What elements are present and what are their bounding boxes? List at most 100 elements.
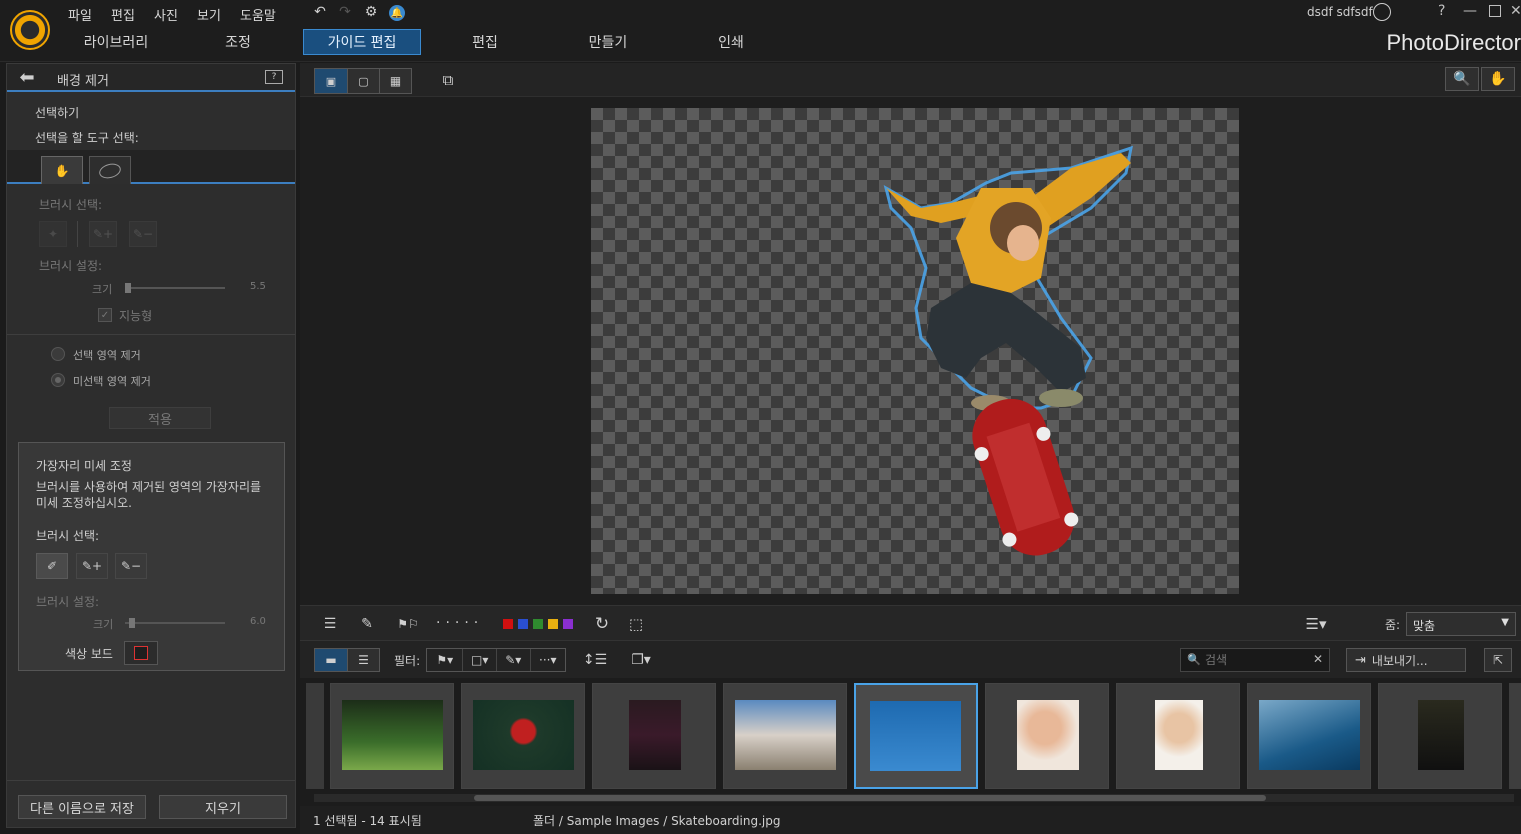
panel-help-icon[interactable]: ? bbox=[265, 70, 283, 84]
zoom-select[interactable]: 맞춤 ▼ bbox=[1406, 612, 1516, 636]
remove-selected-radio[interactable] bbox=[51, 347, 65, 361]
thumbnail-selected[interactable] bbox=[854, 683, 978, 789]
export-label: 내보내기... bbox=[1371, 653, 1428, 668]
pan-tool-button[interactable]: ✋ bbox=[1481, 67, 1515, 91]
export-button[interactable]: ⇥ 내보내기... bbox=[1346, 648, 1466, 672]
add-brush-button-2[interactable]: ✎+ bbox=[76, 553, 108, 579]
flag-icon[interactable]: ⚑⚐ bbox=[396, 614, 420, 634]
settings-icon[interactable]: ⚙ bbox=[362, 3, 380, 21]
label-filter-icon[interactable]: □▾ bbox=[462, 649, 496, 671]
color-label-red[interactable] bbox=[503, 619, 513, 629]
thumbnail[interactable] bbox=[1378, 683, 1502, 789]
list-view-button[interactable]: ☰ bbox=[347, 649, 379, 671]
clear-button[interactable]: 지우기 bbox=[159, 795, 287, 819]
view-toolbar: ▣ ▢ ▦ ⧉ 🔍 ✋ bbox=[300, 63, 1521, 97]
edit-filter-icon[interactable]: ✎▾ bbox=[495, 649, 530, 671]
color-label-green[interactable] bbox=[533, 619, 543, 629]
tab-create[interactable]: 만들기 bbox=[558, 29, 658, 55]
apply-button[interactable]: 적용 bbox=[109, 407, 211, 429]
size-slider-2[interactable] bbox=[125, 618, 225, 628]
tab-print[interactable]: 인쇄 bbox=[681, 29, 781, 55]
zoom-tool-button[interactable]: 🔍 bbox=[1445, 67, 1479, 91]
dark-window-image bbox=[1418, 700, 1464, 770]
menu-file[interactable]: 파일 bbox=[68, 5, 92, 24]
single-view-button[interactable]: ▣ bbox=[315, 69, 347, 93]
thumbnail[interactable] bbox=[592, 683, 716, 789]
smart-checkbox[interactable]: ✓ bbox=[98, 308, 112, 322]
flag-filter-icon[interactable]: ⚑▾ bbox=[427, 649, 462, 671]
brush-tool-tab[interactable]: ✋ bbox=[41, 156, 83, 184]
save-as-button[interactable]: 다른 이름으로 저장 bbox=[18, 795, 146, 819]
compare-view-button[interactable]: ▢ bbox=[347, 69, 379, 93]
help-icon[interactable]: ? bbox=[1438, 3, 1445, 19]
menu-view[interactable]: 보기 bbox=[197, 5, 221, 24]
filmstrip-view-button[interactable]: ▬ bbox=[315, 649, 347, 671]
rating-filter-icon[interactable]: ···▾ bbox=[529, 649, 565, 671]
thumbnail[interactable] bbox=[330, 683, 454, 789]
brush-select-label: 브러시 선택: bbox=[39, 198, 103, 212]
add-brush-button[interactable]: ✎+ bbox=[89, 221, 117, 247]
popout-button[interactable]: ⇱ bbox=[1484, 648, 1512, 672]
maximize-icon[interactable] bbox=[1489, 5, 1501, 17]
photo-canvas[interactable] bbox=[591, 108, 1239, 594]
clear-search-icon[interactable]: ✕ bbox=[1313, 652, 1323, 666]
subtract-brush-button-2[interactable]: ✎− bbox=[115, 553, 147, 579]
remove-unselected-radio[interactable] bbox=[51, 373, 65, 387]
maple-leaf-image bbox=[473, 700, 574, 770]
crop-icon[interactable]: ⬚ bbox=[624, 613, 648, 635]
brush-subtract-icon: ✎− bbox=[120, 559, 142, 573]
grid-view-button[interactable]: ▦ bbox=[379, 69, 411, 93]
rating-dots[interactable]: ····· bbox=[436, 615, 483, 631]
rotate-list-icon[interactable]: ☰ bbox=[318, 614, 342, 634]
size-slider[interactable] bbox=[125, 283, 225, 293]
scrollbar-thumb[interactable] bbox=[474, 795, 1266, 801]
edit-pen-icon[interactable]: ✎ bbox=[355, 614, 379, 634]
thumbnail[interactable] bbox=[461, 683, 585, 789]
forest-image bbox=[342, 700, 443, 770]
menu-edit[interactable]: 편집 bbox=[111, 5, 135, 24]
subtract-brush-button[interactable]: ✎− bbox=[129, 221, 157, 247]
remove-unselected-label: 미선택 영역 제거 bbox=[73, 375, 151, 388]
back-arrow-icon[interactable]: ⬅ bbox=[15, 67, 39, 88]
filmstrip-scrollbar[interactable] bbox=[314, 794, 1514, 802]
user-account-icon[interactable] bbox=[1373, 3, 1391, 21]
size-slider-thumb[interactable] bbox=[125, 283, 131, 293]
stack-icon[interactable]: ❐▾ bbox=[628, 650, 654, 670]
color-label-blue[interactable] bbox=[518, 619, 528, 629]
tab-edit[interactable]: 편집 bbox=[435, 29, 535, 55]
color-label-purple[interactable] bbox=[563, 619, 573, 629]
file-path: 폴더 / Sample Images / Skateboarding.jpg bbox=[533, 814, 781, 828]
thumbnail[interactable] bbox=[985, 683, 1109, 789]
menu-photo[interactable]: 사진 bbox=[154, 5, 178, 24]
rotate-icon[interactable]: ↻ bbox=[590, 613, 614, 635]
tab-adjust[interactable]: 조정 bbox=[188, 29, 288, 55]
minimize-icon[interactable]: — bbox=[1463, 3, 1477, 19]
single-photo-icon: ▣ bbox=[325, 74, 337, 88]
brush-settings-label: 브러시 설정: bbox=[39, 259, 103, 273]
eraser-brush-button[interactable]: ✐ bbox=[36, 553, 68, 579]
rocket-launch-image bbox=[735, 700, 836, 770]
thumbnail[interactable] bbox=[723, 683, 847, 789]
color-label-yellow[interactable] bbox=[548, 619, 558, 629]
tab-guided-edit[interactable]: 가이드 편집 bbox=[303, 29, 421, 55]
redo-icon[interactable]: ↷ bbox=[336, 3, 354, 21]
sort-menu-icon[interactable]: ☰▾ bbox=[1302, 613, 1330, 635]
auto-brush-button[interactable]: ✦ bbox=[39, 221, 67, 247]
thumbnail[interactable] bbox=[1247, 683, 1371, 789]
sort-icon[interactable]: ↕☰ bbox=[580, 650, 610, 670]
eraser-icon: ✐ bbox=[46, 559, 58, 573]
search-input[interactable] bbox=[1205, 651, 1305, 669]
close-icon[interactable]: ✕ bbox=[1510, 3, 1521, 19]
second-display-icon[interactable]: ⧉ bbox=[436, 69, 460, 91]
search-box[interactable]: 🔍 ✕ bbox=[1180, 648, 1330, 672]
color-board-button[interactable] bbox=[124, 641, 158, 665]
size-slider-thumb-2[interactable] bbox=[129, 618, 135, 628]
lasso-tool-tab[interactable] bbox=[89, 156, 131, 184]
menu-help[interactable]: 도움말 bbox=[240, 5, 276, 24]
notification-bell-icon[interactable]: 🔔 bbox=[389, 5, 405, 21]
brush-icon: ✋ bbox=[54, 163, 70, 178]
thumbnail[interactable] bbox=[1116, 683, 1240, 789]
browser-view-group: ▬ ☰ bbox=[314, 648, 380, 672]
undo-icon[interactable]: ↶ bbox=[311, 3, 329, 21]
tab-library[interactable]: 라이브러리 bbox=[66, 29, 166, 55]
